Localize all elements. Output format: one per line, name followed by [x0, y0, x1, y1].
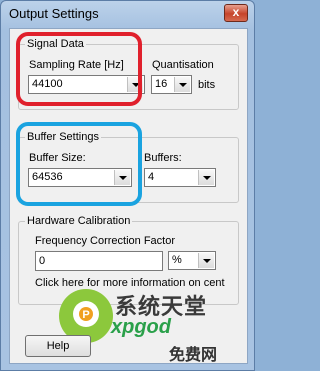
chevron-down-icon	[198, 170, 214, 185]
quantisation-label: Quantisation	[152, 59, 214, 71]
buffers-value: 4	[148, 171, 155, 183]
buffers-select[interactable]: 4	[144, 168, 216, 187]
chevron-down-icon	[198, 253, 214, 268]
watermark-url: xpgod	[111, 316, 171, 338]
svg-text:P: P	[82, 309, 89, 321]
buffers-label: Buffers:	[144, 152, 182, 164]
output-settings-window: Output Settings x Signal Data Sampling R…	[0, 0, 255, 371]
frequency-correction-input[interactable]: 0	[35, 251, 163, 271]
highlight-buffer-settings	[16, 122, 142, 206]
hardware-calibration-group-label: Hardware Calibration	[25, 214, 133, 228]
correction-unit-select[interactable]: %	[168, 251, 216, 270]
help-button[interactable]: Help	[25, 335, 91, 357]
quantisation-value: 16	[155, 78, 168, 90]
correction-unit-value: %	[172, 254, 182, 266]
chevron-down-icon	[174, 77, 190, 92]
close-button[interactable]: x	[224, 4, 248, 22]
watermark-subtext: 免费网	[169, 347, 218, 364]
window-title: Output Settings	[9, 6, 99, 21]
quantisation-unit: bits	[198, 79, 216, 91]
quantisation-select[interactable]: 16	[151, 75, 192, 94]
frequency-correction-label: Frequency Correction Factor	[35, 235, 175, 247]
highlight-signal-data	[16, 32, 142, 106]
frequency-correction-value: 0	[39, 255, 46, 267]
